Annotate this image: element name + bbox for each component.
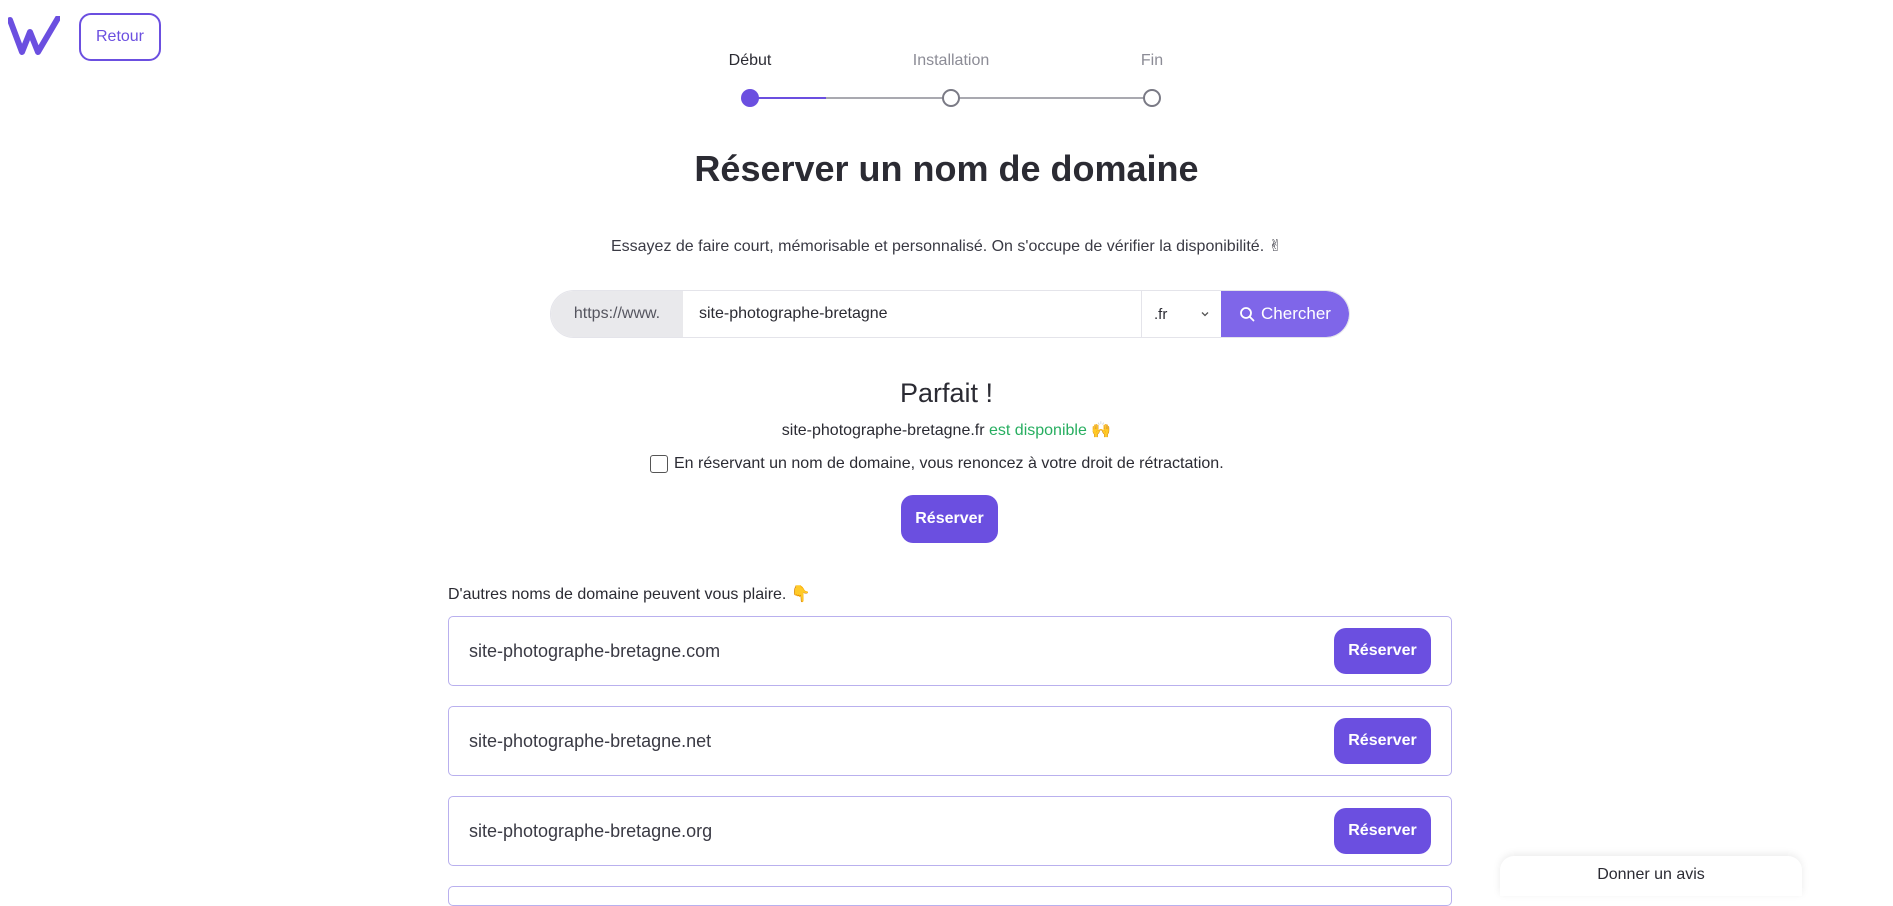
suggestion-row: site-photographe-bretagne.com Réserver — [448, 616, 1452, 686]
domain-name-input[interactable] — [683, 291, 1141, 337]
page-subtitle: Essayez de faire court, mémorisable et p… — [0, 236, 1893, 256]
reserve-button[interactable]: Réserver — [901, 495, 998, 543]
suggestion-row-partial — [448, 886, 1452, 906]
suggestion-row: site-photographe-bretagne.net Réserver — [448, 706, 1452, 776]
suggestions-heading: D'autres noms de domaine peuvent vous pl… — [448, 584, 811, 604]
step-dot-fin — [1143, 89, 1161, 107]
suggestion-domain: site-photographe-bretagne.net — [469, 730, 712, 751]
search-button-label: Chercher — [1261, 304, 1331, 323]
page-title: Réserver un nom de domaine — [694, 148, 1199, 189]
domain-search-bar: https://www. .fr Chercher — [550, 290, 1350, 338]
tld-select[interactable]: .fr — [1141, 291, 1221, 337]
url-prefix: https://www. — [551, 291, 683, 337]
tld-value: .fr — [1154, 305, 1168, 323]
search-icon — [1240, 307, 1255, 322]
suggestion-domain: site-photographe-bretagne.org — [469, 820, 713, 841]
chevron-down-icon — [1201, 312, 1209, 317]
reserve-suggestion-button[interactable]: Réserver — [1334, 718, 1431, 764]
available-domain: site-photographe-bretagne.fr — [781, 422, 985, 439]
progress-stepper: Début Installation Fin — [0, 0, 1893, 120]
raised-hands-icon: 🙌 — [1091, 420, 1112, 439]
step-label-fin: Fin — [1140, 52, 1164, 69]
step-dot-debut — [741, 89, 759, 107]
reserve-suggestion-button[interactable]: Réserver — [1334, 628, 1431, 674]
consent-checkbox[interactable] — [650, 455, 668, 473]
search-button[interactable]: Chercher — [1221, 291, 1349, 337]
result-title: Parfait ! — [899, 378, 994, 408]
step-dot-installation — [942, 89, 960, 107]
subtitle-text: Essayez de faire court, mémorisable et p… — [610, 238, 1265, 255]
step-label-debut: Début — [728, 52, 772, 69]
availability-message: site-photographe-bretagne.fr est disponi… — [0, 420, 1893, 440]
step-label-installation: Installation — [912, 52, 990, 69]
victory-hand-icon: ✌ — [1268, 236, 1282, 255]
step-progress-line — [750, 97, 826, 99]
feedback-tab[interactable]: Donner un avis — [1500, 856, 1802, 896]
pointing-down-icon: 👇 — [790, 584, 811, 603]
availability-status: est disponible — [989, 422, 1087, 439]
consent-text: En réservant un nom de domaine, vous ren… — [674, 455, 1224, 472]
step-track-line — [826, 97, 1152, 99]
suggestion-domain: site-photographe-bretagne.com — [469, 640, 721, 661]
withdrawal-consent: En réservant un nom de domaine, vous ren… — [650, 455, 1224, 473]
suggestions-heading-text: D'autres noms de domaine peuvent vous pl… — [448, 586, 787, 603]
reserve-suggestion-button[interactable]: Réserver — [1334, 808, 1431, 854]
suggestion-row: site-photographe-bretagne.org Réserver — [448, 796, 1452, 866]
